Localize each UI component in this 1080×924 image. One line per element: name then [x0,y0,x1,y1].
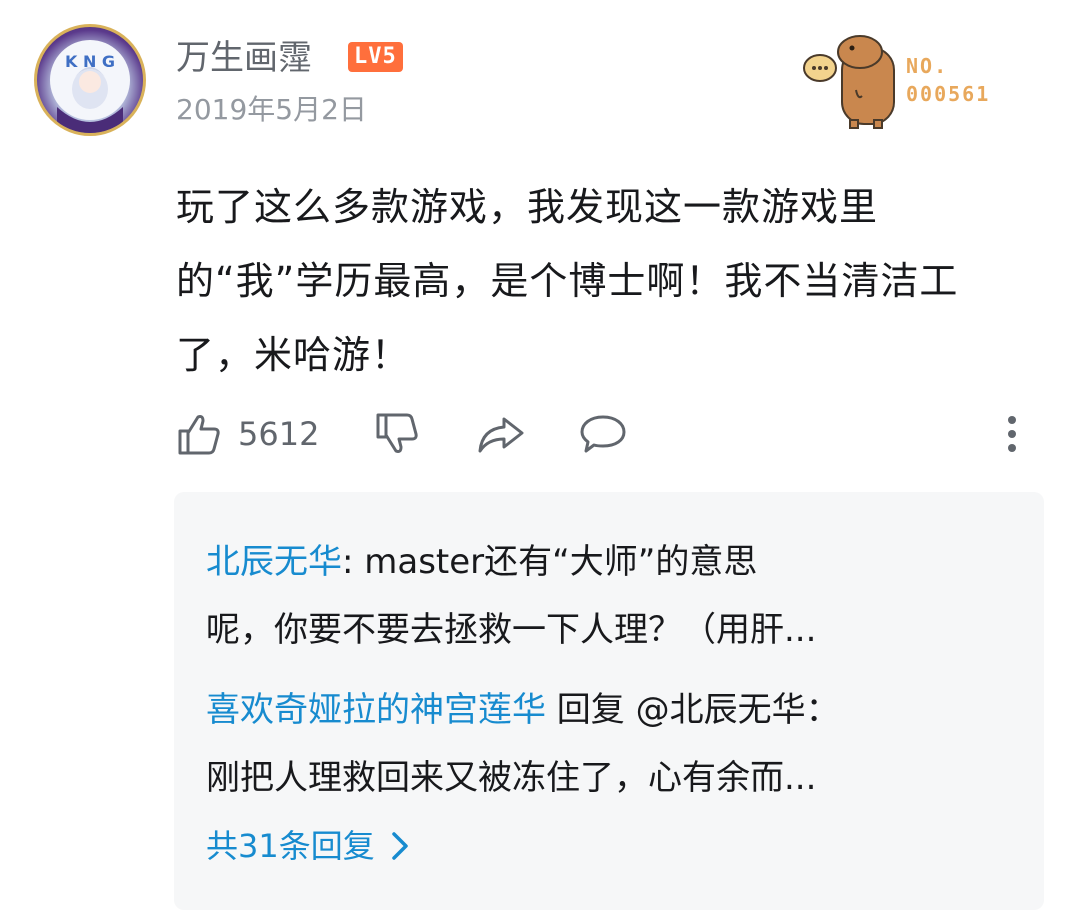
view-all-replies-label: 共31条回复 [206,827,375,865]
reply-author[interactable]: 喜欢奇娅拉的神宫莲华 [206,690,546,730]
fan-number-label: NO. [906,54,949,78]
reply-text: : master还有“大师”的意思 [342,542,758,582]
fan-number-value: 000561 [906,82,991,106]
dislike-icon [376,413,418,453]
like-count: 5612 [238,415,320,453]
reply-item[interactable]: 北辰无华: master还有“大师”的意思 呢，你要不要去拯救一下人理？（用肝.… [206,528,966,664]
comment-action-bar: 5612 [176,404,1036,464]
reply-author[interactable]: 北辰无华 [206,542,342,582]
level-badge: LV5 [348,42,403,72]
comment-date: 2019年5月2日 [176,93,367,126]
avatar-image: K N G [50,40,130,133]
capybara-fan-badge-icon [803,35,895,129]
reply-button[interactable] [578,404,628,464]
view-all-replies-link[interactable]: 共31条回复 [206,822,409,870]
reply-text-continued: 呢，你要不要去拯救一下人理？（用肝... [206,610,817,650]
dislike-button[interactable] [374,404,420,464]
more-icon [1008,416,1016,452]
share-button[interactable] [476,404,526,464]
reply-icon [580,415,626,453]
chevron-right-icon [391,832,408,860]
reply-item[interactable]: 喜欢奇娅拉的神宫莲华 回复 @北辰无华： 刚把人理救回来又被冻住了，心有余而..… [206,676,966,812]
fan-number-badge: NO. 000561 [906,52,990,108]
reply-text: 回复 @北辰无华： [546,690,840,730]
avatar[interactable]: K N G [34,24,146,136]
reply-text-continued: 刚把人理救回来又被冻住了，心有余而... [206,758,817,798]
comment-text: 玩了这么多款游戏，我发现这一款游戏里的“我”学历最高，是个博士啊！我不当清洁工了… [176,185,959,377]
like-button[interactable]: 5612 [176,404,319,464]
share-icon [478,417,524,453]
replies-preview[interactable]: 北辰无华: master还有“大师”的意思 呢，你要不要去拯救一下人理？（用肝.… [174,492,1044,910]
username[interactable]: 万生画霪 [176,36,312,80]
like-icon [178,415,220,455]
more-options-button[interactable] [1004,404,1020,464]
